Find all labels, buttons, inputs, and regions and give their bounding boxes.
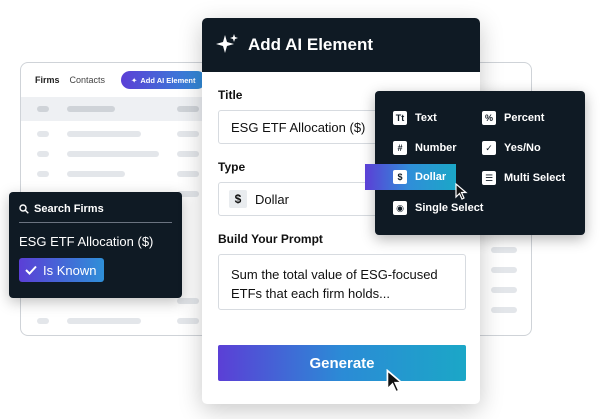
dollar-icon: $: [393, 170, 407, 184]
prompt-textarea-value: Sum the total value of ESG-focused ETFs …: [231, 267, 438, 301]
type-dropdown-menu: Tt Text % Percent # Number ✓ Yes/No $ Do…: [365, 91, 585, 235]
menu-item-label: Percent: [504, 112, 545, 124]
type-field-label: Type: [218, 160, 246, 174]
sparkle-icon: [216, 34, 238, 53]
search-filter-value[interactable]: ESG ETF Allocation ($): [19, 234, 172, 249]
menu-item-single-select[interactable]: ◉ Single Select: [393, 201, 483, 215]
generate-label: Generate: [309, 354, 375, 372]
is-known-label: Is Known: [43, 262, 97, 278]
tab-contacts[interactable]: Contacts: [70, 75, 106, 85]
search-firms-title: Search Firms: [34, 203, 104, 215]
is-known-badge[interactable]: Is Known: [19, 258, 105, 282]
menu-item-yes-no[interactable]: ✓ Yes/No: [482, 141, 541, 155]
modal-header: Add AI Element: [202, 18, 480, 72]
menu-item-number[interactable]: # Number: [393, 141, 457, 155]
add-ai-element-button[interactable]: ✦ Add AI Element: [121, 71, 206, 89]
search-icon: [19, 204, 29, 214]
menu-item-multi-select[interactable]: ☰ Multi Select: [482, 171, 565, 185]
generate-button[interactable]: Generate: [218, 345, 466, 381]
list-icon: ☰: [482, 171, 496, 185]
prompt-textarea[interactable]: Sum the total value of ESG-focused ETFs …: [218, 254, 466, 310]
menu-item-label: Dollar: [415, 171, 447, 183]
sparkle-icon: ✦: [131, 75, 138, 85]
check-icon: [25, 265, 37, 275]
radio-icon: ◉: [393, 201, 407, 215]
menu-item-label: Multi Select: [504, 172, 566, 184]
title-input-value: ESG ETF Allocation ($): [231, 119, 366, 135]
menu-item-label: Text: [415, 112, 437, 124]
percent-icon: %: [482, 111, 496, 125]
menu-item-label: Number: [415, 142, 457, 154]
mouse-cursor-icon: [455, 183, 468, 200]
search-firms-panel: Search Firms ESG ETF Allocation ($) Is K…: [9, 192, 182, 298]
menu-item-text[interactable]: Tt Text: [393, 111, 437, 125]
modal-title: Add AI Element: [248, 35, 373, 54]
prompt-field-label: Build Your Prompt: [218, 232, 323, 246]
search-firms-header: Search Firms: [19, 203, 172, 223]
add-ai-element-label: Add AI Element: [140, 75, 196, 85]
menu-item-dollar[interactable]: $ Dollar: [365, 164, 457, 190]
title-field-label: Title: [218, 88, 243, 102]
text-type-icon: Tt: [393, 111, 407, 125]
menu-item-percent[interactable]: % Percent: [482, 111, 544, 125]
dollar-icon: $: [229, 190, 247, 208]
menu-item-label: Single Select: [415, 202, 484, 214]
checkbox-icon: ✓: [482, 141, 496, 155]
menu-item-label: Yes/No: [504, 142, 541, 154]
tab-firms[interactable]: Firms: [35, 75, 60, 85]
type-select-value: Dollar: [255, 191, 289, 207]
mouse-cursor-icon: [386, 369, 405, 394]
number-icon: #: [393, 141, 407, 155]
